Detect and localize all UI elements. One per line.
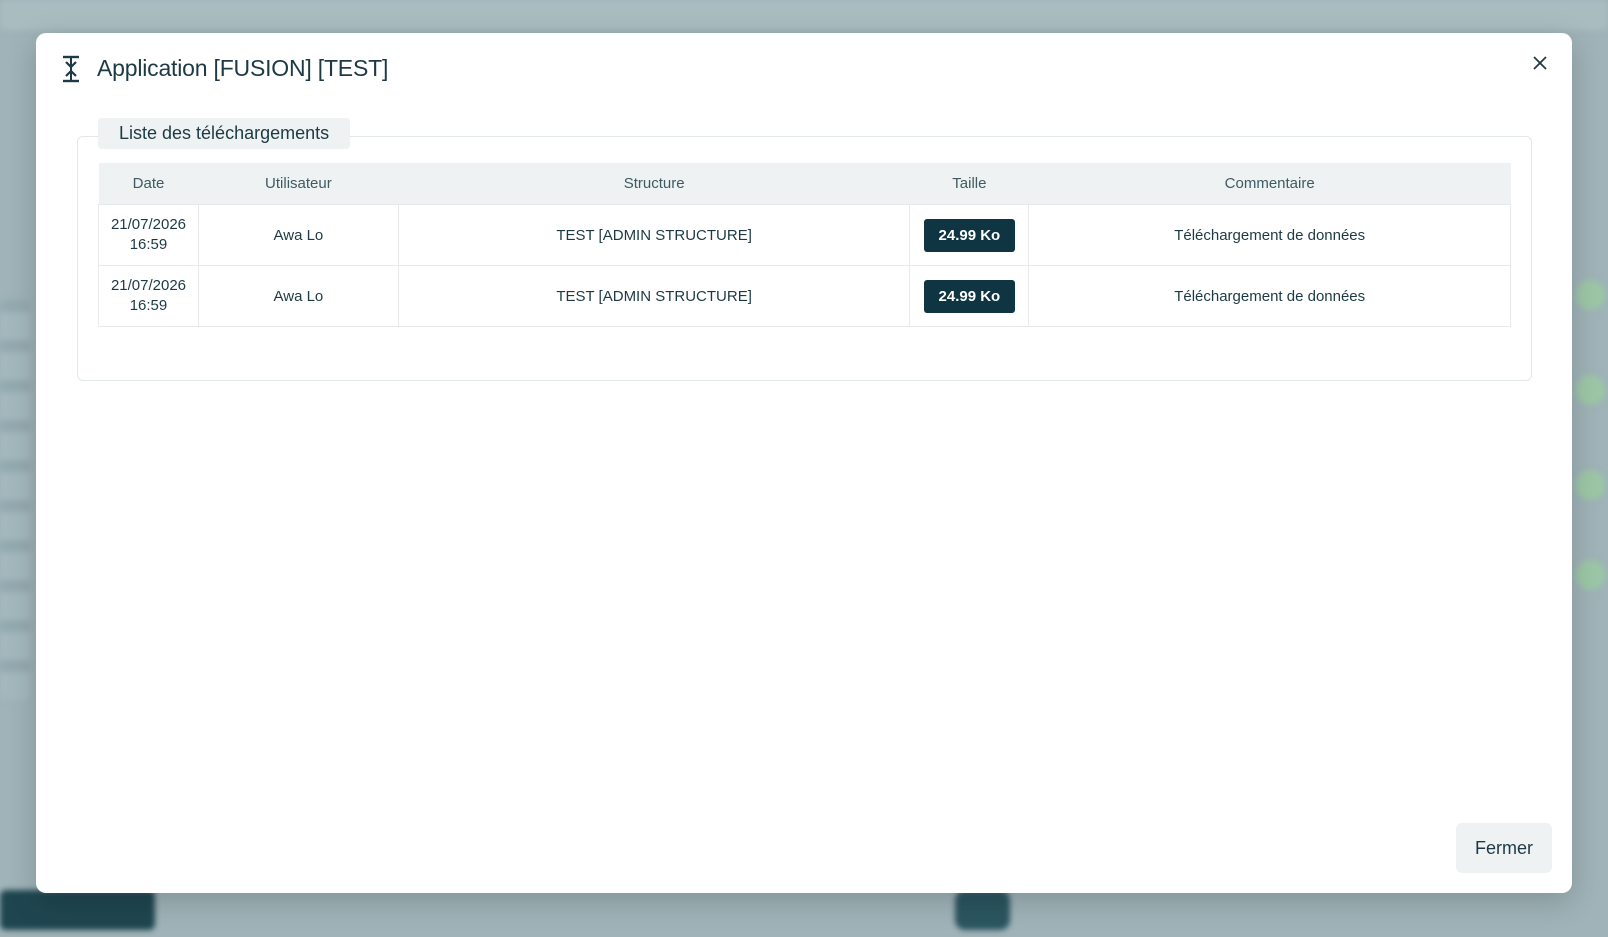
background-status-dot xyxy=(1575,470,1605,500)
column-header-structure[interactable]: Structure xyxy=(398,163,910,205)
background-status-dot xyxy=(1575,280,1605,310)
column-header-size[interactable]: Taille xyxy=(909,163,1029,205)
user-cell: Awa Lo xyxy=(197,265,399,327)
time-value: 16:59 xyxy=(129,236,168,253)
close-button[interactable]: Fermer xyxy=(1456,823,1552,873)
date-cell: 21/07/2026 16:59 xyxy=(98,265,199,327)
column-header-user[interactable]: Utilisateur xyxy=(198,163,399,205)
downloads-section: Liste des téléchargements Date Utilisate… xyxy=(77,118,1532,381)
date-value: 21/07/2026 xyxy=(110,277,187,294)
downloads-table: Date Utilisateur Structure Taille Commen… xyxy=(98,163,1511,327)
downloads-modal: Application [FUSION] [TEST] Liste des té… xyxy=(36,33,1572,893)
table-header-row: Date Utilisateur Structure Taille Commen… xyxy=(98,163,1511,205)
comment-cell: Téléchargement de données xyxy=(1028,265,1511,327)
background-chip xyxy=(955,890,1010,930)
structure-cell: TEST [ADMIN STRUCTURE] xyxy=(397,265,911,327)
background-status-dot xyxy=(1575,560,1605,590)
column-header-comment[interactable]: Commentaire xyxy=(1028,163,1511,205)
size-cell: 24.99 Ko xyxy=(909,204,1030,266)
table-row[interactable]: 21/07/2026 16:59 Awa Lo TEST [ADMIN STRU… xyxy=(98,265,1511,327)
table-row[interactable]: 21/07/2026 16:59 Awa Lo TEST [ADMIN STRU… xyxy=(98,204,1511,266)
time-value: 16:59 xyxy=(129,297,168,314)
vertical-align-icon xyxy=(60,54,82,84)
date-value: 21/07/2026 xyxy=(110,216,187,233)
user-cell: Awa Lo xyxy=(197,204,399,266)
modal-title: Application [FUSION] [TEST] xyxy=(97,55,389,81)
column-header-date[interactable]: Date xyxy=(98,163,199,205)
size-badge: 24.99 Ko xyxy=(923,218,1016,252)
structure-cell: TEST [ADMIN STRUCTURE] xyxy=(397,204,911,266)
background-sidebar xyxy=(0,300,30,700)
size-cell: 24.99 Ko xyxy=(909,265,1030,327)
background-button xyxy=(0,890,155,930)
modal-header: Application [FUSION] [TEST] xyxy=(36,33,1572,105)
size-badge: 24.99 Ko xyxy=(923,279,1016,313)
close-icon[interactable] xyxy=(1528,51,1552,75)
background-topbar xyxy=(0,0,1608,30)
comment-cell: Téléchargement de données xyxy=(1028,204,1511,266)
section-title: Liste des téléchargements xyxy=(98,118,351,149)
background-status-dot xyxy=(1575,375,1605,405)
date-cell: 21/07/2026 16:59 xyxy=(98,204,199,266)
